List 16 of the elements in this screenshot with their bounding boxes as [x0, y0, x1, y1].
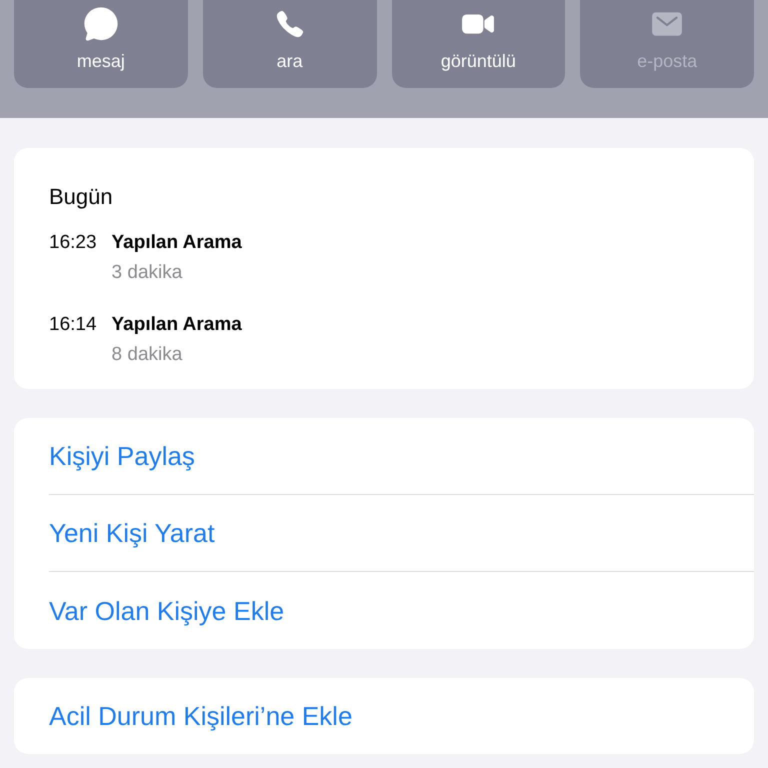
call-duration: 8 dakika	[112, 343, 184, 366]
call-type: Yapılan Arama	[112, 313, 242, 336]
call-time: 16:14	[49, 313, 97, 336]
section-heading: Bugün	[49, 184, 113, 210]
speech-bubble-icon	[82, 5, 120, 43]
action-button[interactable]: ara	[202, 0, 376, 88]
action-link[interactable]: Var Olan Kişiye Ekle	[49, 594, 284, 626]
phone-icon	[274, 9, 305, 39]
action-link[interactable]: Kişiyi Paylaş	[49, 440, 195, 472]
action-link[interactable]: Yeni Kişi Yarat	[49, 517, 215, 549]
action-link[interactable]: Acil Durum Kişileri’ne Ekle	[49, 700, 352, 732]
action-button[interactable]: görüntülü	[392, 0, 566, 88]
call-duration: 3 dakika	[112, 261, 184, 284]
call-time: 16:23	[49, 231, 97, 254]
action-button[interactable]: mesaj	[14, 0, 188, 88]
call-type: Yapılan Arama	[112, 231, 242, 254]
